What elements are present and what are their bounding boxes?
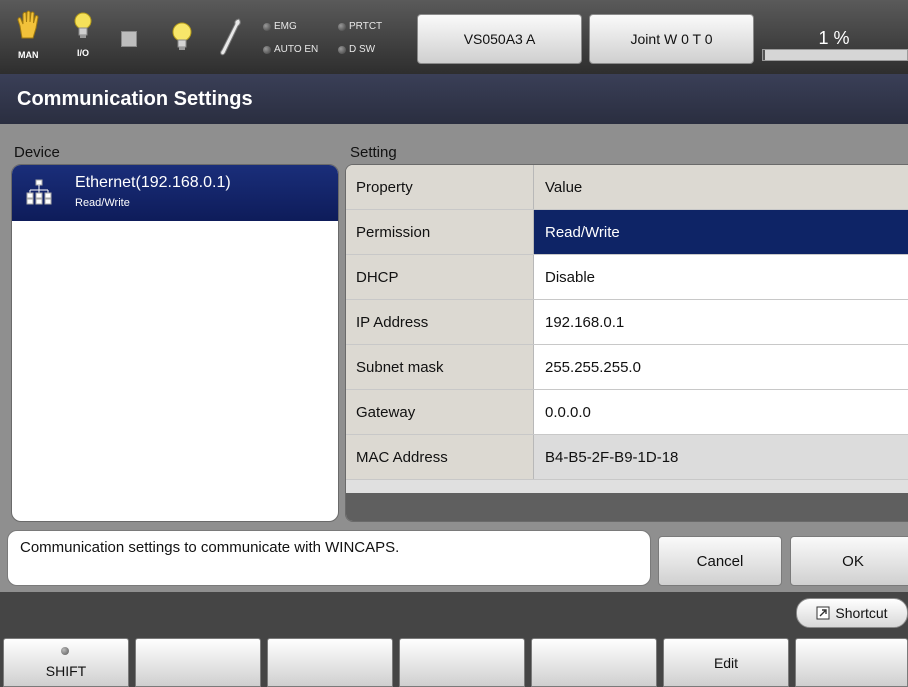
indicator-label: D SW bbox=[349, 44, 376, 55]
property-cell: Permission bbox=[346, 210, 534, 254]
mode-caption: MAN bbox=[18, 50, 39, 60]
grid-header-row: Property Value bbox=[346, 165, 908, 210]
speed-bar-fill bbox=[763, 50, 765, 60]
property-cell: Subnet mask bbox=[346, 345, 534, 389]
cancel-button[interactable]: Cancel bbox=[658, 536, 782, 586]
setting-header: Setting bbox=[350, 144, 397, 161]
mode-button[interactable]: MAN bbox=[16, 10, 42, 60]
shortcut-icon bbox=[816, 606, 830, 620]
value-cell: B4-B5-2F-B9-1D-18 bbox=[534, 435, 908, 479]
joint-mode-button[interactable]: Joint W 0 T 0 bbox=[589, 14, 754, 64]
io-caption: I/O bbox=[77, 48, 90, 58]
indicator-prtct: PRTCT bbox=[338, 21, 382, 32]
lamp-icon[interactable] bbox=[171, 22, 193, 52]
function-key-7[interactable] bbox=[795, 638, 908, 687]
property-cell: Gateway bbox=[346, 390, 534, 434]
page-title: Communication Settings bbox=[0, 74, 908, 124]
table-row[interactable]: Gateway 0.0.0.0 bbox=[346, 390, 908, 435]
device-header: Device bbox=[14, 144, 60, 161]
property-cell: MAC Address bbox=[346, 435, 534, 479]
property-cell: IP Address bbox=[346, 300, 534, 344]
column-header-value: Value bbox=[534, 165, 908, 209]
hand-icon bbox=[17, 10, 39, 39]
indicator-label: EMG bbox=[274, 21, 297, 32]
io-button[interactable]: I/O bbox=[73, 12, 99, 60]
table-row[interactable]: Permission Read/Write bbox=[346, 210, 908, 255]
auto-en-led-icon bbox=[263, 45, 271, 54]
device-list[interactable]: Ethernet(192.168.0.1) Read/Write bbox=[11, 164, 339, 522]
network-icon bbox=[26, 179, 52, 205]
edit-key[interactable]: Edit bbox=[663, 638, 789, 687]
value-cell[interactable]: Read/Write bbox=[534, 210, 908, 254]
fkey-label: SHIFT bbox=[45, 662, 87, 679]
value-cell[interactable]: 255.255.255.0 bbox=[534, 345, 908, 389]
dsw-led-icon bbox=[338, 45, 346, 54]
wrench-icon[interactable] bbox=[219, 17, 243, 57]
function-key-bar: Shortcut SHIFT Edit bbox=[0, 592, 908, 687]
shortcut-label: Shortcut bbox=[835, 605, 888, 621]
value-cell[interactable]: 192.168.0.1 bbox=[534, 300, 908, 344]
function-key-2[interactable] bbox=[135, 638, 261, 687]
indicator-label: AUTO EN bbox=[274, 44, 319, 55]
status-bar: MAN I/O EMG AUTO EN PRTCT D SW VS050A3 A bbox=[0, 0, 908, 74]
ok-button[interactable]: OK bbox=[790, 536, 908, 586]
device-item-ethernet[interactable]: Ethernet(192.168.0.1) Read/Write bbox=[12, 165, 338, 221]
indicator-label: PRTCT bbox=[349, 21, 383, 32]
shift-key[interactable]: SHIFT bbox=[3, 638, 129, 687]
value-cell[interactable]: Disable bbox=[534, 255, 908, 299]
setting-grid: Property Value Permission Read/Write DHC… bbox=[345, 164, 908, 522]
lightbulb-icon bbox=[74, 12, 92, 38]
indicator-dsw: D SW bbox=[338, 44, 375, 55]
speed-bar[interactable] bbox=[762, 49, 908, 61]
table-row[interactable]: Subnet mask 255.255.255.0 bbox=[346, 345, 908, 390]
function-key-5[interactable] bbox=[531, 638, 657, 687]
device-name: Ethernet(192.168.0.1) bbox=[75, 174, 231, 191]
speed-value[interactable]: 1 % bbox=[760, 28, 908, 49]
column-header-property: Property bbox=[346, 165, 534, 209]
stop-square-icon bbox=[121, 31, 137, 47]
table-row[interactable]: DHCP Disable bbox=[346, 255, 908, 300]
function-key-3[interactable] bbox=[267, 638, 393, 687]
description-text: Communication settings to communicate wi… bbox=[7, 530, 651, 586]
main-content: Device Setting Ethernet(192.168.0.1) Rea… bbox=[0, 124, 908, 592]
value-cell[interactable]: 0.0.0.0 bbox=[534, 390, 908, 434]
table-row[interactable]: MAC Address B4-B5-2F-B9-1D-18 bbox=[346, 435, 908, 480]
table-row[interactable]: IP Address 192.168.0.1 bbox=[346, 300, 908, 345]
indicator-emg: EMG bbox=[263, 21, 297, 32]
property-cell: DHCP bbox=[346, 255, 534, 299]
shortcut-button[interactable]: Shortcut bbox=[796, 598, 908, 628]
prtct-led-icon bbox=[338, 22, 346, 31]
robot-type-button[interactable]: VS050A3 A bbox=[417, 14, 582, 64]
grid-footer bbox=[346, 493, 908, 521]
emg-led-icon bbox=[263, 22, 271, 31]
shift-led-icon bbox=[61, 647, 69, 655]
device-permission: Read/Write bbox=[75, 197, 130, 209]
function-key-4[interactable] bbox=[399, 638, 525, 687]
indicator-auto-en: AUTO EN bbox=[263, 44, 318, 55]
